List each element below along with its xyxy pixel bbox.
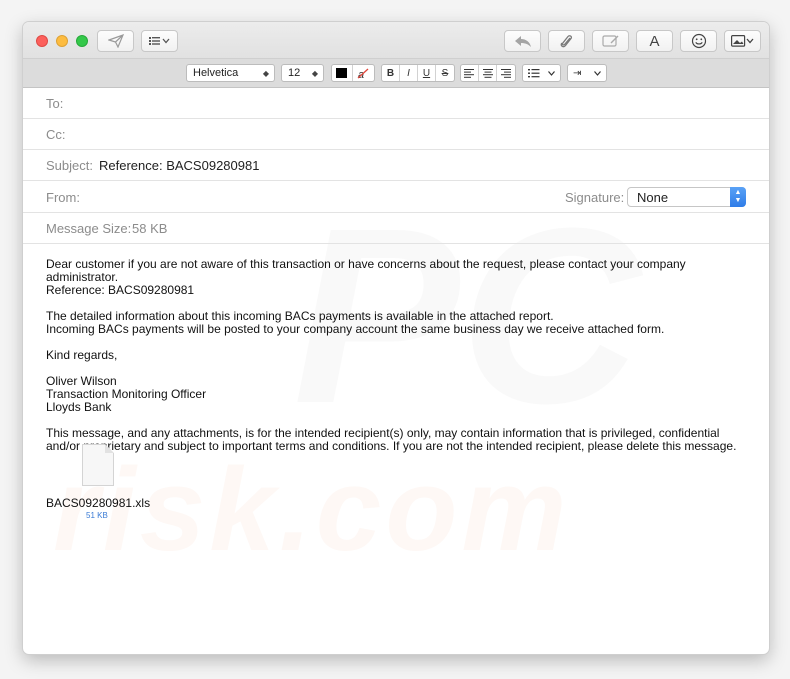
body-paragraph: Dear customer if you are not aware of th…: [46, 257, 686, 297]
background-color-button[interactable]: a: [353, 65, 374, 81]
format-bar: Helvetica ◆ 12 ◆ a B I U S ⇥: [23, 58, 769, 88]
font-icon: A: [649, 32, 660, 50]
body-paragraph: This message, and any attachments, is fo…: [46, 426, 737, 453]
reply-button[interactable]: [504, 30, 541, 52]
font-size-value: 12: [288, 67, 301, 79]
from-label: From:: [46, 190, 80, 205]
align-center-icon: [482, 68, 493, 78]
cc-field[interactable]: Cc:: [23, 119, 769, 150]
cc-label: Cc:: [46, 127, 66, 142]
compose-window: A Helvetica ◆ 12 ◆ a B I U S ⇥ To: Cc: S…: [23, 22, 769, 654]
message-size-row: Message Size: 58 KB: [23, 213, 769, 244]
paperclip-icon: [560, 35, 572, 48]
document-fold: [105, 444, 114, 453]
text-color-button[interactable]: [332, 65, 353, 81]
markup-icon: [601, 35, 618, 47]
font-size-select[interactable]: 12 ◆: [281, 64, 324, 82]
signature-select[interactable]: None ▲ ▼: [627, 187, 746, 207]
attachment-name: BACS09280981.xls: [46, 496, 151, 510]
align-left-button[interactable]: [461, 65, 479, 81]
stepper-icon: ▲ ▼: [730, 187, 746, 207]
body-paragraph: The detailed information about this inco…: [46, 309, 665, 336]
subject-label: Subject:: [46, 158, 93, 173]
indent-icon: ⇥: [573, 67, 582, 79]
reply-arrow-icon: [514, 35, 531, 47]
header-fields-button[interactable]: [141, 30, 178, 52]
attach-button[interactable]: [548, 30, 585, 52]
align-left-icon: [464, 68, 475, 78]
close-window-button[interactable]: [36, 35, 48, 47]
markup-button[interactable]: [592, 30, 629, 52]
alignment-controls: [460, 64, 516, 82]
zoom-window-button[interactable]: [76, 35, 88, 47]
stepper-icon: ◆: [262, 68, 269, 78]
from-row: From: Signature: None ▲ ▼: [23, 181, 769, 213]
list-style-select[interactable]: [522, 64, 561, 82]
text-style-controls: B I U S: [381, 64, 455, 82]
color-controls: a: [331, 64, 375, 82]
to-label: To:: [46, 96, 64, 111]
message-size-value: 58 KB: [132, 221, 168, 236]
bulleted-list-icon: [528, 68, 540, 77]
paper-plane-icon: [107, 34, 124, 48]
stepper-icon: ◆: [311, 68, 318, 78]
photo-browser-button[interactable]: [724, 30, 761, 52]
photo-browser-icon: [730, 35, 753, 47]
signature-value: None: [637, 190, 669, 205]
fonts-button[interactable]: A: [636, 30, 673, 52]
list-icon: [148, 37, 169, 45]
smiley-icon: [691, 33, 706, 49]
minimize-window-button[interactable]: [56, 35, 68, 47]
font-family-select[interactable]: Helvetica ◆: [186, 64, 275, 82]
chevron-down-icon: [594, 70, 601, 76]
underline-button[interactable]: U: [418, 65, 436, 81]
strikethrough-button[interactable]: S: [436, 65, 454, 81]
no-color-icon: a: [357, 68, 369, 79]
window-toolbar: A: [23, 22, 769, 58]
emoji-button[interactable]: [680, 30, 717, 52]
subject-field[interactable]: Subject: Reference: BACS09280981: [23, 150, 769, 181]
body-paragraph: Oliver Wilson Transaction Monitoring Off…: [46, 374, 207, 414]
chevron-down-icon: [548, 70, 555, 76]
signature-label: Signature:: [565, 190, 625, 205]
attachment-size: 51 KB: [86, 511, 108, 520]
bold-button[interactable]: B: [382, 65, 400, 81]
to-field[interactable]: To:: [23, 88, 769, 119]
align-right-icon: [501, 68, 512, 78]
align-right-button[interactable]: [497, 65, 515, 81]
text-color-swatch: [336, 68, 348, 78]
message-size-label: Message Size:: [46, 221, 132, 236]
align-center-button[interactable]: [479, 65, 498, 81]
body-paragraph: Kind regards,: [46, 348, 118, 362]
send-button[interactable]: [97, 30, 134, 52]
font-family-value: Helvetica: [193, 67, 239, 79]
message-body[interactable]: Dear customer if you are not aware of th…: [46, 258, 746, 466]
indent-select[interactable]: ⇥: [567, 64, 607, 82]
subject-value: Reference: BACS09280981: [99, 158, 260, 173]
italic-button[interactable]: I: [400, 65, 418, 81]
